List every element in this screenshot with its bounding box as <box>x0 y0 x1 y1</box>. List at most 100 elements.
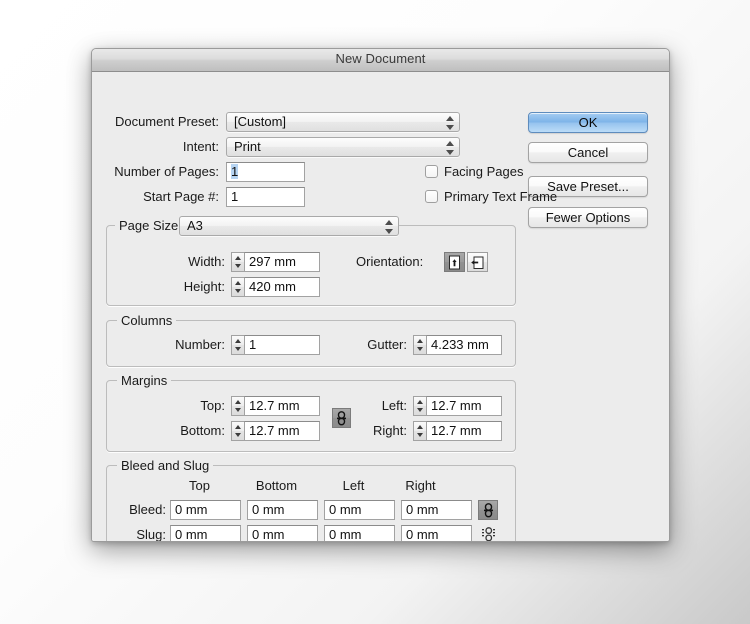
margin-bottom-stepper[interactable] <box>231 421 244 441</box>
page-size-group: Page Size: A3 Width: 297 mm Height: 420 … <box>106 216 516 306</box>
margin-top-stepper[interactable] <box>231 396 244 416</box>
bleed-and-slug-group: Bleed and Slug Top Bottom Left Right Ble… <box>106 458 516 542</box>
margin-bottom-label: Bottom: <box>180 423 225 438</box>
bleed-top-value: 0 mm <box>175 502 208 517</box>
orientation-label: Orientation: <box>356 254 424 269</box>
height-input[interactable]: 420 mm <box>244 277 320 297</box>
cancel-button[interactable]: Cancel <box>528 142 648 163</box>
width-input[interactable]: 297 mm <box>244 252 320 272</box>
bleed-bottom-value: 0 mm <box>252 502 285 517</box>
columns-number-stepper[interactable] <box>231 335 244 355</box>
margin-top-value: 12.7 mm <box>249 398 300 413</box>
height-value: 420 mm <box>249 279 296 294</box>
margin-left-stepper[interactable] <box>413 396 426 416</box>
columns-number-label: Number: <box>175 337 225 352</box>
page-size-group-label: Page Size: <box>115 218 186 233</box>
slug-left-input[interactable]: 0 mm <box>324 525 395 542</box>
bleed-left-value: 0 mm <box>329 502 362 517</box>
margin-right-stepper[interactable] <box>413 421 426 441</box>
height-stepper[interactable] <box>231 277 244 297</box>
landscape-orientation-icon <box>471 256 484 269</box>
chain-link-icon <box>483 503 493 518</box>
columns-number-value: 1 <box>249 337 257 352</box>
portrait-orientation-icon <box>449 255 460 270</box>
width-stepper[interactable] <box>231 252 244 272</box>
bleed-right-input[interactable]: 0 mm <box>401 500 472 520</box>
slug-right-input[interactable]: 0 mm <box>401 525 472 542</box>
number-of-pages-input[interactable]: 1 <box>226 162 305 182</box>
margin-bottom-input[interactable]: 12.7 mm <box>244 421 320 441</box>
margins-group-label: Margins <box>117 373 172 388</box>
gutter-value: 4.233 mm <box>431 337 489 352</box>
margin-right-label: Right: <box>373 423 407 438</box>
number-of-pages-label: Number of Pages: <box>114 164 219 179</box>
facing-pages-label[interactable]: Facing Pages <box>444 164 524 179</box>
intent-select[interactable]: Print <box>226 137 460 157</box>
slug-top-value: 0 mm <box>175 527 208 542</box>
bleed-bottom-input[interactable]: 0 mm <box>247 500 318 520</box>
margin-top-input[interactable]: 12.7 mm <box>244 396 320 416</box>
page-size-value: A3 <box>187 218 203 233</box>
margin-left-input[interactable]: 12.7 mm <box>426 396 502 416</box>
bleed-link-button[interactable] <box>478 500 498 520</box>
chevron-updown-icon <box>446 141 454 155</box>
slug-row-label: Slug: <box>136 527 166 542</box>
bleed-left-input[interactable]: 0 mm <box>324 500 395 520</box>
slug-top-input[interactable]: 0 mm <box>170 525 241 542</box>
primary-text-frame-checkbox[interactable] <box>425 190 438 203</box>
page-size-select[interactable]: A3 <box>179 216 399 236</box>
desktop-background: New Document OK Cancel Save Preset... Fe… <box>0 0 750 624</box>
slug-link-button[interactable] <box>478 525 499 541</box>
margin-left-value: 12.7 mm <box>431 398 482 413</box>
start-page-input[interactable]: 1 <box>226 187 305 207</box>
width-value: 297 mm <box>249 254 296 269</box>
orientation-landscape-button[interactable] <box>467 252 488 272</box>
document-preset-label: Document Preset: <box>114 114 219 129</box>
intent-value: Print <box>234 139 261 154</box>
bleed-row-label: Bleed: <box>129 502 166 517</box>
height-label: Height: <box>183 279 225 294</box>
ok-button[interactable]: OK <box>528 112 648 133</box>
margin-bottom-value: 12.7 mm <box>249 423 300 438</box>
dialog-title: New Document <box>335 51 426 66</box>
columns-group: Columns Number: 1 Gutter: 4.233 mm <box>106 313 516 367</box>
document-preset-select[interactable]: [Custom] <box>226 112 460 132</box>
bleed-right-value: 0 mm <box>406 502 439 517</box>
margin-left-label: Left: <box>381 398 407 413</box>
bleed-col-top-header: Top <box>189 478 210 493</box>
chain-link-icon <box>337 411 346 426</box>
dialog-body: OK Cancel Save Preset... Fewer Options D… <box>92 72 669 542</box>
bleed-col-left-header: Left <box>342 478 365 493</box>
columns-group-label: Columns <box>117 313 177 328</box>
slug-bottom-input[interactable]: 0 mm <box>247 525 318 542</box>
bleed-and-slug-group-label: Bleed and Slug <box>117 458 214 473</box>
width-label: Width: <box>188 254 225 269</box>
document-preset-value: [Custom] <box>234 114 287 129</box>
margin-right-input[interactable]: 12.7 mm <box>426 421 502 441</box>
dialog-titlebar[interactable]: New Document <box>92 49 669 72</box>
gutter-input[interactable]: 4.233 mm <box>426 335 502 355</box>
primary-text-frame-label[interactable]: Primary Text Frame <box>444 189 557 204</box>
bleed-top-input[interactable]: 0 mm <box>170 500 241 520</box>
chevron-updown-icon <box>385 220 393 234</box>
margins-group: Margins Top: 12.7 mm Bottom: 12.7 mm Lef… <box>106 373 516 452</box>
margin-right-value: 12.7 mm <box>431 423 482 438</box>
slug-left-value: 0 mm <box>329 527 362 542</box>
bleed-col-right-header: Right <box>405 478 436 493</box>
gutter-label: Gutter: <box>367 337 407 352</box>
number-of-pages-value: 1 <box>231 164 239 179</box>
margin-top-label: Top: <box>200 398 225 413</box>
chain-link-broken-icon <box>482 527 495 541</box>
facing-pages-checkbox[interactable] <box>425 165 438 178</box>
orientation-portrait-button[interactable] <box>444 252 465 272</box>
gutter-stepper[interactable] <box>413 335 426 355</box>
slug-right-value: 0 mm <box>406 527 439 542</box>
fewer-options-button[interactable]: Fewer Options <box>528 207 648 228</box>
start-page-value: 1 <box>231 189 239 204</box>
chevron-updown-icon <box>446 116 454 130</box>
intent-label: Intent: <box>182 139 219 154</box>
margins-link-button[interactable] <box>332 408 351 428</box>
slug-bottom-value: 0 mm <box>252 527 285 542</box>
new-document-dialog: New Document OK Cancel Save Preset... Fe… <box>91 48 670 542</box>
start-page-label: Start Page #: <box>143 189 219 204</box>
